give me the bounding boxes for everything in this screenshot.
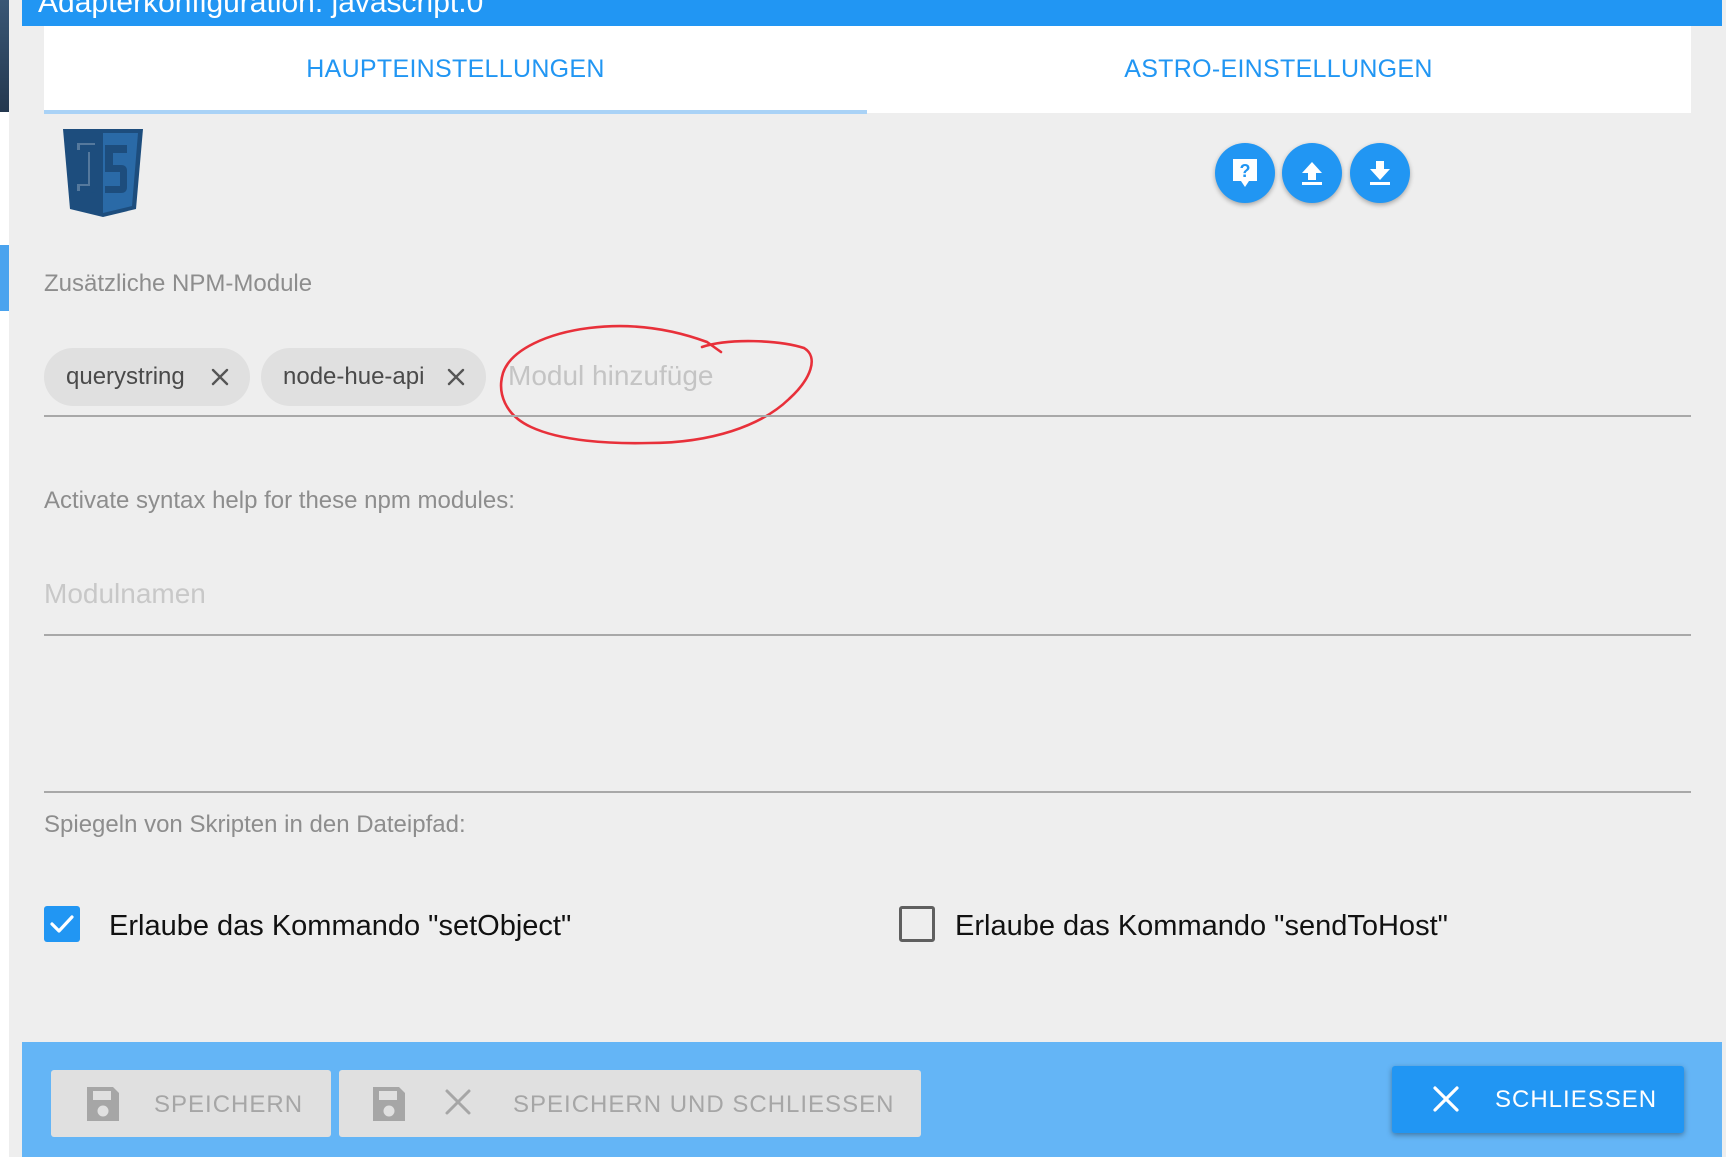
save-icon (373, 1087, 405, 1121)
background-window-accent (0, 245, 9, 311)
section-divider (44, 791, 1691, 793)
allow-sendtohost-checkbox[interactable] (899, 906, 935, 942)
module-chip-label: querystring (66, 363, 185, 390)
help-button[interactable]: ? (1215, 143, 1275, 203)
upload-icon (1302, 162, 1322, 185)
save-and-close-button[interactable]: SPEICHERN UND SCHLIESSEN (339, 1070, 921, 1137)
javascript-shield-logo (63, 129, 143, 217)
npm-modules-label: Zusätzliche NPM-Module (44, 270, 313, 297)
save-and-close-button-label: SPEICHERN UND SCHLIESSEN (513, 1091, 895, 1118)
svg-text:?: ? (1240, 161, 1251, 181)
save-button[interactable]: SPEICHERN (51, 1070, 331, 1137)
save-button-label: SPEICHERN (154, 1091, 304, 1118)
dialog-title-bar: Adapterkonfiguration: javascript.0 (22, 0, 1722, 26)
module-chip: querystring (44, 348, 250, 406)
download-settings-button[interactable] (1350, 143, 1410, 203)
adapter-config-dialog: Adapterkonfiguration: javascript.0 HAUPT… (9, 0, 1726, 1157)
module-names-underline (44, 634, 1691, 636)
close-button-label: SCHLIESSEN (1495, 1086, 1658, 1113)
allow-setobject-label: Erlaube das Kommando "setObject" (109, 910, 572, 942)
save-icon (87, 1087, 119, 1121)
close-button[interactable]: SCHLIESSEN (1392, 1066, 1684, 1133)
active-tab-indicator (44, 110, 867, 114)
tab-bar: HAUPTEINSTELLUNGEN ASTRO-EINSTELLUNGEN (44, 26, 1691, 114)
tab-main-settings[interactable]: HAUPTEINSTELLUNGEN (44, 26, 867, 113)
help-icon: ? (1233, 159, 1257, 187)
close-icon (445, 1089, 471, 1115)
background-window-edge (0, 0, 9, 112)
allow-setobject-checkbox[interactable] (44, 906, 80, 942)
remove-chip-icon[interactable] (208, 365, 232, 389)
remove-chip-icon[interactable] (444, 365, 468, 389)
tab-astro-settings[interactable]: ASTRO-EINSTELLUNGEN (867, 26, 1690, 113)
screen: Adapterkonfiguration: javascript.0 HAUPT… (0, 0, 1726, 1157)
dialog-footer: SPEICHERN SPEICHERN UND SCHLIESSEN SCHLI… (22, 1042, 1722, 1157)
checkmark-icon (50, 915, 74, 933)
npm-modules-underline (44, 415, 1691, 417)
module-names-input[interactable] (44, 572, 1691, 616)
module-chip: node-hue-api (261, 348, 486, 406)
module-chip-label: node-hue-api (283, 363, 425, 390)
dialog-title: Adapterkonfiguration: javascript.0 (38, 0, 484, 19)
allow-sendtohost-label: Erlaube das Kommando "sendToHost" (955, 910, 1448, 942)
add-module-input[interactable] (508, 354, 733, 398)
close-icon (1433, 1086, 1459, 1112)
mirror-scripts-label: Spiegeln von Skripten in den Dateipfad: (44, 811, 466, 838)
syntax-help-label: Activate syntax help for these npm modul… (44, 487, 515, 514)
download-icon (1370, 161, 1390, 185)
upload-settings-button[interactable] (1282, 143, 1342, 203)
